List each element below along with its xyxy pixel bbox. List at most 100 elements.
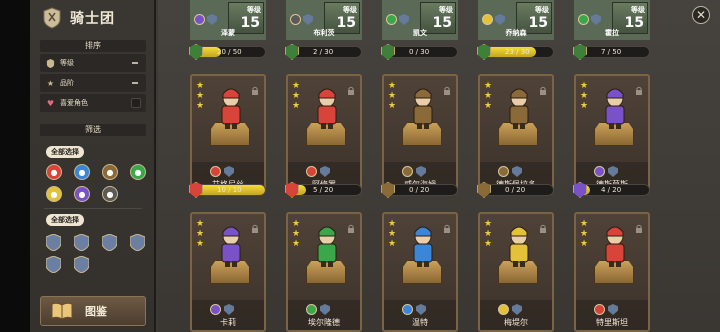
- class-icon: [416, 304, 426, 315]
- lock-icon[interactable]: [539, 80, 547, 95]
- dark-element-filter-icon[interactable]: ●: [74, 186, 90, 202]
- grade-star-icon: ★: [292, 91, 301, 101]
- lock-icon[interactable]: [539, 218, 547, 233]
- progress-value: 10 / 10: [217, 186, 242, 194]
- lock-icon[interactable]: [251, 218, 259, 233]
- card-bottom: 温特: [384, 300, 456, 330]
- knight-card[interactable]: ★ ★ ★ 温特: [382, 212, 458, 332]
- knight-portrait: [406, 86, 440, 130]
- lock-icon[interactable]: [635, 80, 643, 95]
- screen-edge: [0, 0, 30, 332]
- class-filter-4-icon[interactable]: [129, 233, 146, 252]
- lock-icon[interactable]: [635, 218, 643, 233]
- grade-stars: ★ ★ ★: [484, 220, 493, 249]
- element-icon: [194, 14, 205, 25]
- card-bottom: 特里斯坦: [576, 300, 648, 330]
- element-icon: [210, 166, 221, 177]
- card-bottom: 梅堤尔: [480, 300, 552, 330]
- grade-star-icon: ★: [292, 239, 301, 249]
- neutral-element-filter-icon[interactable]: ●: [102, 186, 118, 202]
- knight-name: 泽蒙: [221, 29, 235, 37]
- element-icon: [498, 166, 509, 177]
- grade-star-icon: ★: [388, 239, 397, 249]
- level-label: 等级: [343, 6, 357, 14]
- knight-card[interactable]: ★ ★ ★ 埃尔隆德: [286, 212, 362, 332]
- card-type-icons: [306, 304, 330, 315]
- water-element-filter-icon[interactable]: ●: [74, 164, 90, 180]
- class-filter-3-icon[interactable]: [101, 233, 118, 252]
- codex-button[interactable]: 图鉴: [40, 296, 146, 326]
- shard-progress-bar: 0 / 20: [381, 182, 458, 198]
- class-icon: [399, 14, 409, 25]
- lock-icon[interactable]: [443, 80, 451, 95]
- lock-icon[interactable]: [347, 218, 355, 233]
- grade-star-icon: ★: [388, 91, 397, 101]
- lock-icon[interactable]: [347, 80, 355, 95]
- class-filter-6-icon[interactable]: [73, 255, 90, 274]
- element-icon: [498, 304, 509, 315]
- book-icon: [51, 302, 73, 320]
- shard-progress-bar: 5 / 20: [285, 182, 362, 198]
- grade-stars: ★ ★ ★: [580, 220, 589, 249]
- grade-star-icon: ★: [388, 101, 397, 111]
- knight-card[interactable]: ★★★德斯佩拉多: [478, 74, 554, 194]
- class-icon: [591, 14, 601, 25]
- knight-name: 埃尔隆德: [308, 318, 340, 327]
- grade-star-icon: ★: [484, 81, 493, 91]
- knight-type-icons: [578, 14, 601, 25]
- class-icon: [224, 166, 234, 177]
- sort-by-level[interactable]: 等级: [40, 54, 146, 72]
- knight-card-top[interactable]: 等级 15 乔纳森: [478, 0, 554, 40]
- shard-progress-bar: 23 / 30: [477, 44, 554, 60]
- level-label: 等级: [247, 6, 261, 14]
- knight-card-top[interactable]: 等级 15 凯文: [382, 0, 458, 40]
- class-filter-5-icon[interactable]: [45, 255, 62, 274]
- light-element-filter-icon[interactable]: ●: [46, 186, 62, 202]
- earth-element-filter-icon[interactable]: ●: [102, 164, 118, 180]
- class-filter-2-icon[interactable]: [73, 233, 90, 252]
- element-icon: [290, 14, 301, 25]
- grade-stars: ★ ★ ★: [196, 82, 205, 111]
- lock-icon[interactable]: [251, 80, 259, 95]
- grade-star-icon: ★: [196, 229, 205, 239]
- knight-card-top[interactable]: 等级 15 泽蒙: [190, 0, 266, 40]
- grade-star-icon: ★: [580, 219, 589, 229]
- class-icon: [608, 304, 618, 315]
- card-type-icons: [594, 304, 618, 315]
- grade-stars: ★ ★ ★: [292, 82, 301, 111]
- fire-element-filter-icon[interactable]: ●: [46, 164, 62, 180]
- level-icon: [46, 58, 55, 68]
- knight-card[interactable]: ★★★阿修罗: [286, 74, 362, 194]
- knight-portrait: [214, 224, 248, 268]
- knight-card-top[interactable]: 等级 15 布利茨: [286, 0, 362, 40]
- select-all-classes-button[interactable]: 全部选择: [46, 214, 84, 226]
- knight-name: 霍拉: [605, 29, 619, 37]
- element-icon: [210, 304, 221, 315]
- knight-card[interactable]: ★ ★ ★ 特里斯坦: [574, 212, 650, 332]
- filter-divider: [44, 208, 142, 209]
- sort-favorite[interactable]: ♥ 喜爱角色: [40, 94, 146, 112]
- sort-grade-dash: [132, 82, 138, 84]
- knight-portrait: [598, 224, 632, 268]
- knight-portrait: [502, 86, 536, 130]
- class-filter-1-icon[interactable]: [45, 233, 62, 252]
- sort-by-grade[interactable]: ★ 品阶: [40, 74, 146, 92]
- knight-portrait: [502, 224, 536, 268]
- knight-card[interactable]: ★ ★ ★ 梅堤尔: [478, 212, 554, 332]
- knight-card[interactable]: ★★★德斯莫斯: [574, 74, 650, 194]
- lock-icon[interactable]: [443, 218, 451, 233]
- class-icon: [303, 14, 313, 25]
- element-icon: [578, 14, 589, 25]
- wind-element-filter-icon[interactable]: ●: [130, 164, 146, 180]
- knight-name: 梅堤尔: [504, 318, 528, 327]
- knight-card[interactable]: ★★★艾格尼丝: [190, 74, 266, 194]
- level-label: 等级: [631, 6, 645, 14]
- close-button[interactable]: ✕: [692, 6, 710, 24]
- knight-card[interactable]: ★★★威尔海姆: [382, 74, 458, 194]
- knight-card[interactable]: ★ ★ ★ 卡莉: [190, 212, 266, 332]
- knight-portrait: [310, 86, 344, 130]
- shard-progress-bar: 2 / 30: [285, 44, 362, 60]
- favorite-checkbox[interactable]: [131, 98, 141, 108]
- knight-card-top[interactable]: 等级 15 霍拉: [574, 0, 650, 40]
- select-all-elements-button[interactable]: 全部选择: [46, 146, 84, 158]
